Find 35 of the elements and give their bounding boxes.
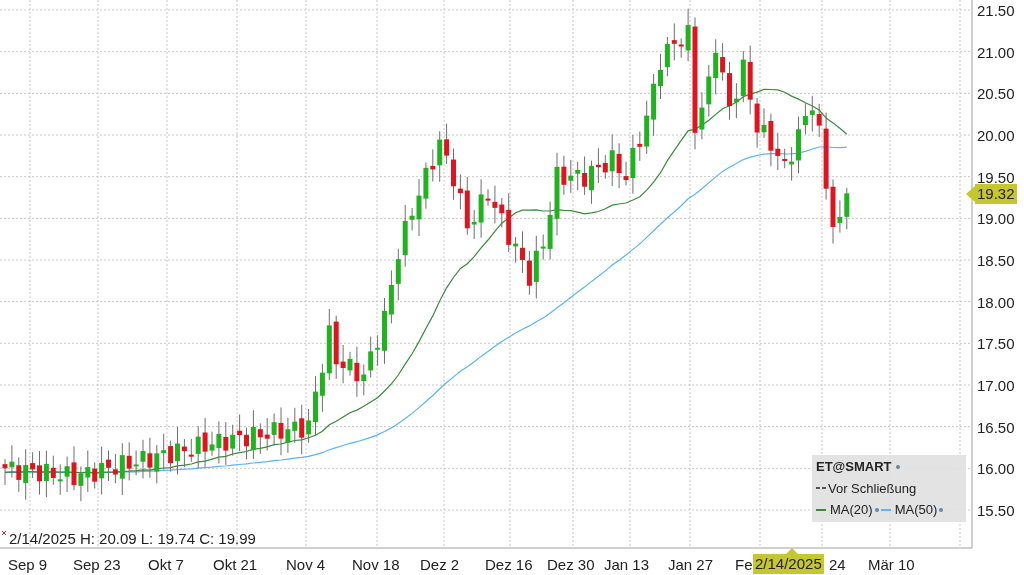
- axis-label: Nov 4: [286, 556, 326, 573]
- axis-label: 20.50: [977, 85, 1015, 103]
- axis-label: 16.50: [977, 418, 1015, 436]
- axis-label: Sep 23: [73, 556, 121, 573]
- date-pointer-icon: [786, 548, 798, 554]
- axis-label: Nov 18: [352, 556, 400, 573]
- axis-label: Dez 16: [485, 556, 533, 573]
- axis-label: 21.50: [977, 2, 1015, 19]
- axis-label: 17.50: [977, 335, 1015, 353]
- legend-label: Vor Schließung: [828, 479, 917, 498]
- legend-label: MA(50): [894, 501, 938, 519]
- axis-label: 19.50: [977, 168, 1015, 186]
- axis-label: 18.50: [977, 252, 1015, 269]
- axis-label: 18.00: [977, 293, 1015, 311]
- axis-label: 15.50: [977, 502, 1015, 519]
- x-mark-icon: [1, 530, 7, 536]
- price-pointer-icon: [966, 186, 975, 202]
- axis-label: 17.00: [977, 377, 1015, 394]
- axis-label: Okt 7: [148, 556, 184, 573]
- axis-label: Sep 9: [8, 556, 48, 573]
- axis-label: Dez 2: [420, 556, 460, 573]
- axis-label: 20.00: [977, 127, 1015, 144]
- axis-label: Okt 21: [213, 556, 258, 573]
- axis-label: 19.00: [977, 210, 1015, 228]
- axis-label: 24: [829, 556, 846, 573]
- axis-label: 16.00: [977, 460, 1015, 478]
- info-line: 2/14/2025 H: 20.09 L: 19.74 C: 19.99: [9, 530, 256, 547]
- axis-label: Jan 13: [604, 556, 650, 573]
- legend-title: ET@SMART: [816, 458, 892, 476]
- legend-label: MA(20): [830, 501, 873, 519]
- axis-label: 21.00: [977, 43, 1015, 61]
- axis-label: Mär 10: [868, 556, 915, 573]
- axis-label: Jan 27: [668, 556, 714, 573]
- axis-label: Fe: [735, 556, 753, 573]
- axis-label: Dez 30: [547, 556, 595, 573]
